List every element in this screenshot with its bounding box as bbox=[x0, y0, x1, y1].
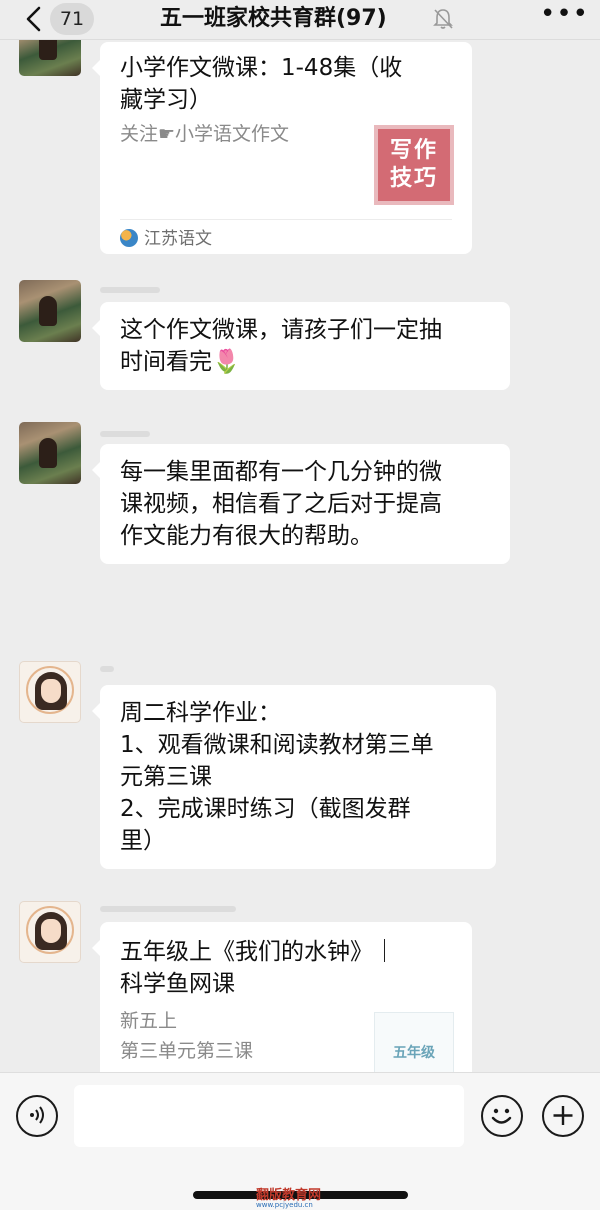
message-bubble[interactable]: 每一集里面都有一个几分钟的微 课视频，相信看了之后对于提高 作文能力有很大的帮助… bbox=[92, 444, 510, 564]
chat-title: 五一班家校共育群(97) bbox=[160, 6, 387, 31]
thumb-text: 写作 bbox=[389, 138, 438, 163]
card-desc-line: 新五上 bbox=[120, 1010, 178, 1032]
card-description: 关注☛小学语文作文 bbox=[120, 119, 289, 149]
chat-header: 71 五一班家校共育群(97) ••• bbox=[0, 0, 600, 40]
message-line: 元第三课 bbox=[120, 764, 212, 790]
card-title-line: 五年级上《我们的水钟》｜ bbox=[120, 939, 396, 965]
card-desc-line: 关注☛小学语文作文 bbox=[120, 123, 290, 145]
card-title-line: 小学作文微课：1-48集（收 bbox=[120, 55, 403, 81]
card-divider bbox=[120, 219, 452, 220]
more-options-icon[interactable]: ••• bbox=[540, 1, 588, 32]
message-line: 1、观看微课和阅读教材第三单 bbox=[120, 732, 434, 758]
official-account-icon bbox=[120, 229, 138, 247]
voice-icon[interactable] bbox=[16, 1095, 58, 1137]
sender-name bbox=[100, 431, 150, 437]
emoji-icon[interactable] bbox=[481, 1095, 523, 1137]
thumb-text: 五年级 bbox=[393, 1045, 435, 1061]
sender-name bbox=[100, 906, 236, 912]
watermark-logo: 翻版教育网 www.pcjyedu.cn bbox=[256, 1184, 321, 1209]
sender-name bbox=[100, 666, 114, 672]
back-chevron-icon[interactable] bbox=[20, 4, 46, 34]
input-bar: 翻版教育网 www.pcjyedu.cn bbox=[0, 1072, 600, 1210]
message-line: 2、完成课时练习（截图发群 bbox=[120, 796, 411, 822]
smiley-face-icon bbox=[491, 1108, 512, 1124]
plus-sign-icon bbox=[553, 1106, 573, 1125]
mute-bell-icon bbox=[433, 9, 453, 29]
message-line: 课视频，相信看了之后对于提高 bbox=[120, 491, 442, 517]
sender-avatar[interactable] bbox=[19, 901, 81, 963]
sender-name bbox=[100, 287, 160, 293]
sender-avatar[interactable] bbox=[19, 280, 81, 342]
card-title-line: 藏学习） bbox=[120, 87, 212, 113]
voice-wave-icon bbox=[30, 1106, 44, 1124]
card-description: 新五上 第三单元第三课 bbox=[120, 1006, 253, 1066]
card-desc-line: 第三单元第三课 bbox=[120, 1040, 254, 1062]
message-line: 作文能力有很大的帮助。 bbox=[120, 523, 373, 549]
avatar-face bbox=[41, 919, 61, 943]
message-bubble[interactable]: 这个作文微课，请孩子们一定抽 时间看完🌷 bbox=[92, 302, 510, 390]
unread-count-badge[interactable]: 71 bbox=[50, 3, 94, 35]
card-title: 小学作文微课：1-48集（收 藏学习） bbox=[120, 52, 402, 116]
sender-avatar[interactable] bbox=[19, 661, 81, 723]
message-line: 里） bbox=[120, 828, 166, 854]
sender-avatar[interactable] bbox=[19, 422, 81, 484]
message-input[interactable] bbox=[74, 1085, 464, 1147]
message-line: 时间看完🌷 bbox=[120, 349, 241, 375]
plus-icon[interactable] bbox=[542, 1095, 584, 1137]
card-title-line: 科学鱼网课 bbox=[120, 971, 235, 997]
card-source: 江苏语文 bbox=[120, 228, 212, 250]
card-title: 五年级上《我们的水钟》｜ 科学鱼网课 bbox=[120, 936, 396, 1000]
card-source-name: 江苏语文 bbox=[144, 229, 212, 249]
message-line: 每一集里面都有一个几分钟的微 bbox=[120, 459, 442, 485]
avatar-face bbox=[41, 679, 61, 703]
watermark-sub: www.pcjyedu.cn bbox=[256, 1201, 313, 1209]
card-thumbnail: 写作 技巧 bbox=[374, 125, 454, 205]
article-card[interactable]: 小学作文微课：1-48集（收 藏学习） 关注☛小学语文作文 写作 技巧 江苏语文 bbox=[92, 42, 472, 254]
message-line: 周二科学作业： bbox=[120, 700, 281, 726]
message-line: 这个作文微课，请孩子们一定抽 bbox=[120, 317, 442, 343]
message-bubble[interactable]: 周二科学作业： 1、观看微课和阅读教材第三单 元第三课 2、完成课时练习（截图发… bbox=[92, 685, 496, 869]
thumb-text: 技巧 bbox=[389, 166, 438, 191]
